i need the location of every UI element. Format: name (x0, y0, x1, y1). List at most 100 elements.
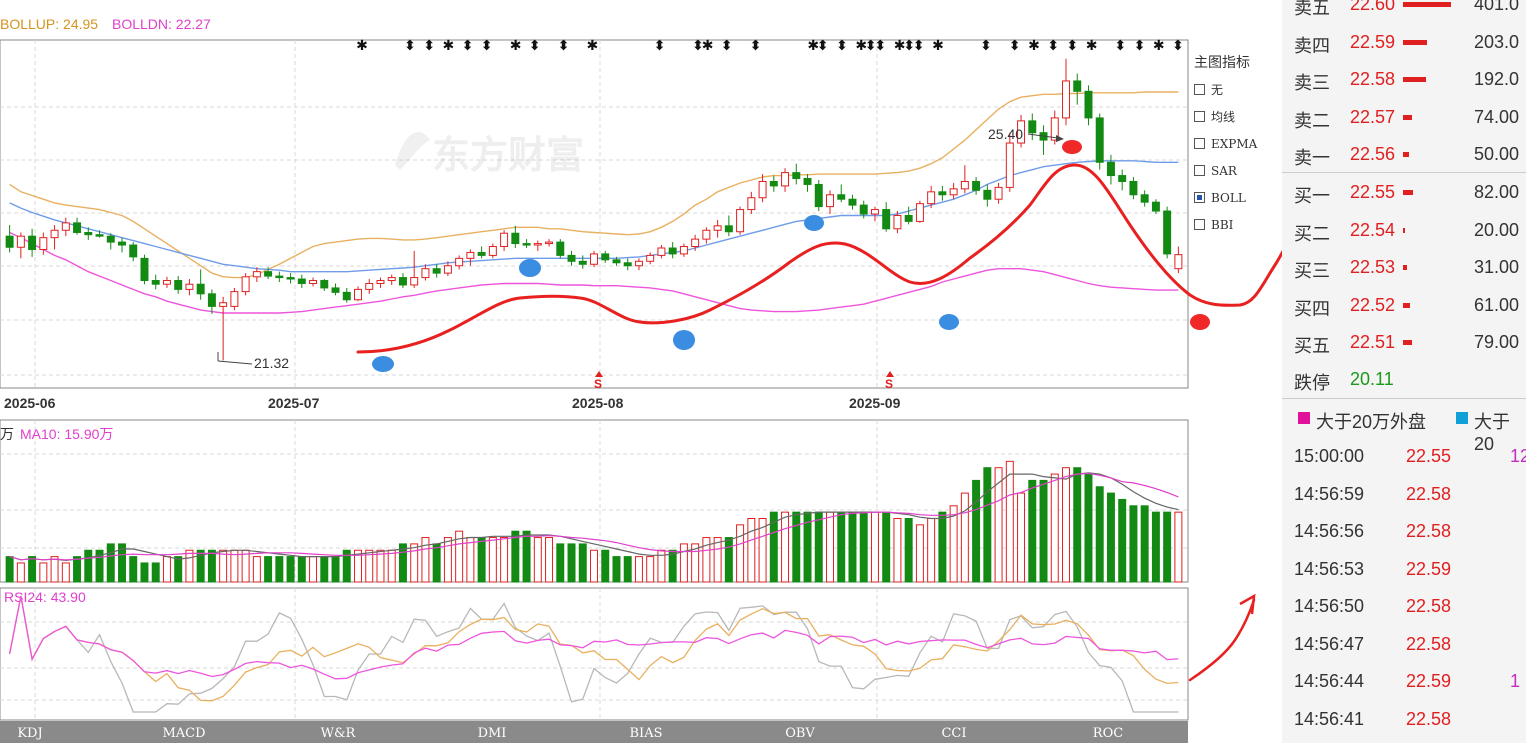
volume-bar-104 (1174, 511, 1183, 583)
event-marker-2: ⬍ (423, 37, 435, 53)
candle-body (736, 209, 745, 233)
tick-time: 14:56:56 (1294, 521, 1365, 541)
indicator-option-5[interactable]: BBI (1194, 211, 1280, 238)
candle-body (972, 180, 981, 191)
low-price-label: 21.32 (254, 355, 289, 371)
candle-72 (814, 180, 823, 212)
volume-bar-38 (432, 543, 441, 583)
bid-row-4[interactable]: 买四 22.52 61.00 (1282, 287, 1526, 324)
candle-body (590, 253, 598, 265)
indicator-menu: 主图指标 无均线 EXPMA SAR BOLL BBI (1194, 52, 1280, 238)
volume-bar-41 (466, 537, 475, 583)
candle-body (174, 280, 183, 290)
candle-body (848, 198, 857, 206)
candle-97 (1095, 113, 1104, 170)
tick-price: 22.55 (1406, 446, 1452, 466)
candle-body (162, 280, 171, 285)
indicator-tab-dmi[interactable]: DMI (478, 726, 507, 741)
candle-body (646, 254, 655, 262)
candle-body (1005, 142, 1014, 188)
bid-price: 22.52 (1350, 294, 1396, 315)
event-marker-8: ⬍ (558, 37, 570, 53)
volume-bar-54 (612, 556, 621, 583)
indicator-tab-obv[interactable]: OBV (785, 726, 815, 741)
indicator-checkbox[interactable] (1194, 111, 1205, 122)
ask-volume: 203.0 (1474, 31, 1520, 52)
trade-tick-row: 14:56:47 22.58 (1282, 626, 1526, 663)
section-divider (1282, 398, 1526, 399)
indicator-checkbox[interactable] (1194, 165, 1205, 176)
hand-drawn-red-arrow-2 (1188, 598, 1256, 682)
indicator-option-1[interactable]: 均线 (1194, 103, 1280, 130)
ask-volume-bar (1403, 39, 1427, 45)
candle-body (567, 254, 576, 262)
candle-body (1084, 90, 1093, 119)
volume-bar-18 (207, 549, 216, 583)
tick-time: 14:56:47 (1294, 633, 1365, 654)
ask-row-5[interactable]: 卖一 22.56 50.00 (1282, 136, 1526, 173)
ask-row-3[interactable]: 卖三 22.58 192.0 (1282, 61, 1526, 98)
ask-row-2[interactable]: 卖四 22.59 203.0 (1282, 24, 1526, 61)
volume-bar-91 (1028, 479, 1037, 583)
bid-row-3[interactable]: 买三 22.53 31.00 (1282, 249, 1526, 286)
indicator-tab-bias[interactable]: BIAS (630, 726, 663, 741)
candle-body (151, 280, 160, 285)
event-marker-33: ✱ (1153, 37, 1165, 53)
candle-21 (241, 273, 250, 296)
candle-body (601, 253, 610, 261)
bid-volume-bar (1403, 227, 1406, 233)
indicator-tab-roc[interactable]: ROC (1093, 726, 1123, 741)
bid-row-5[interactable]: 买五 22.51 79.00 (1282, 324, 1526, 361)
candle-body (1174, 254, 1183, 270)
bid-volume: 20.00 (1474, 219, 1520, 240)
volume-bar-3 (39, 562, 48, 583)
indicator-option-3[interactable]: SAR (1194, 157, 1280, 184)
indicator-tab-macd[interactable]: MACD (162, 726, 205, 741)
volume-bar-55 (623, 556, 632, 583)
indicator-checkbox[interactable] (1194, 219, 1205, 230)
volume-bar-27 (309, 556, 318, 583)
ask-row-1[interactable]: 卖五 22.60 401.0 (1282, 0, 1526, 23)
trade-tick-row: 14:56:56 22.58 (1282, 513, 1526, 550)
indicator-option-2[interactable]: EXPMA (1194, 130, 1280, 157)
bid-row-2[interactable]: 买二 22.54 20.00 (1282, 212, 1526, 249)
indicator-option-label: 无 (1211, 83, 1224, 97)
indicator-checkbox[interactable] (1194, 192, 1205, 203)
ask-row-4[interactable]: 卖二 22.57 74.00 (1282, 99, 1526, 136)
volume-bar-84 (949, 505, 958, 583)
tick-price: 22.58 (1406, 596, 1452, 616)
volume-bar-79 (893, 518, 902, 583)
volume-bar-36 (410, 543, 419, 583)
bid-row-1[interactable]: 买一 22.55 82.00 (1282, 174, 1526, 211)
trade-tick-row: 14:56:44 22.59 1 (1282, 663, 1526, 700)
bid-price: 22.51 (1350, 332, 1396, 352)
rsi24-label: RSI24: 43.90 (4, 589, 86, 605)
indicator-option-label: BBI (1211, 217, 1234, 232)
main-chart-frame (0, 39, 1189, 389)
trade-tick-row: 14:56:50 22.58 (1282, 588, 1526, 625)
indicator-tab-wr[interactable]: W&R (321, 726, 357, 741)
candle-body (432, 268, 441, 274)
bid-volume-bar (1403, 340, 1413, 345)
candle-body (1163, 210, 1172, 255)
indicator-checkbox[interactable] (1194, 84, 1205, 95)
volume-bar-21 (241, 549, 250, 583)
candle-body (443, 265, 452, 274)
candle-body (219, 302, 228, 307)
indicator-option-0[interactable]: 无 (1194, 76, 1280, 103)
indicator-tab-kdj[interactable]: KDJ (17, 726, 42, 741)
indicator-option-4[interactable]: BOLL (1194, 184, 1280, 211)
candle-body (275, 275, 284, 279)
event-marker-10: ⬍ (654, 37, 666, 53)
indicator-tab-cci[interactable]: CCI (941, 726, 966, 741)
volume-ma5-label: 万 (0, 426, 14, 442)
ask-bid-divider (1282, 172, 1526, 173)
trade-tick-row: 14:56:41 22.58 (1282, 701, 1526, 738)
candle-body (207, 293, 216, 307)
x-label-2025-07: 2025-07 (268, 395, 320, 411)
indicator-checkbox[interactable] (1194, 138, 1205, 149)
volume-bar-43 (488, 537, 497, 583)
kline-chart: BOLLUP: 24.95 BOLLDN: 22.27 东方财富 ✱ ⬍ ⬍ ✱ ⬍ ⬍ ✱… (0, 16, 1282, 743)
volume-bar-33 (376, 549, 385, 583)
volume-bar-66 (747, 518, 756, 583)
